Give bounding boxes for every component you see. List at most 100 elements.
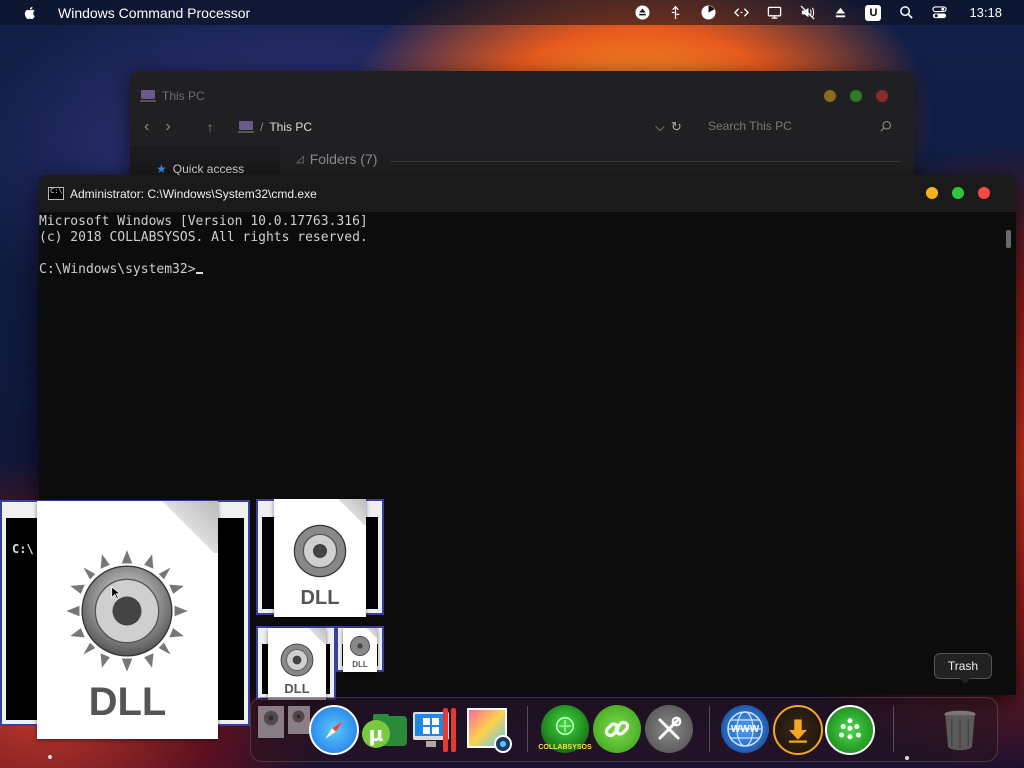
- upload-icon[interactable]: [831, 5, 849, 21]
- dock-item-network[interactable]: [825, 705, 875, 755]
- path-segment[interactable]: This PC: [269, 120, 312, 134]
- gear-icon: [293, 524, 347, 578]
- utorrent-icon: µ: [362, 714, 407, 748]
- address-bar[interactable]: / This PC: [238, 120, 312, 134]
- eject-icon[interactable]: [633, 5, 651, 21]
- running-indicator: [48, 755, 52, 759]
- u-badge-text: U: [865, 4, 882, 21]
- menu-bar: Windows Command Processor U 13:18: [0, 0, 1024, 25]
- svg-text:µ: µ: [369, 722, 384, 746]
- dll-label: DLL: [88, 679, 167, 724]
- back-arrow-icon[interactable]: ‹: [144, 118, 149, 136]
- dll-file-icon[interactable]: DLL: [268, 628, 326, 700]
- dock-item-downloader[interactable]: [773, 705, 823, 755]
- search-placeholder: Search This PC: [708, 119, 792, 133]
- cmd-title: Administrator: C:\Windows\System32\cmd.e…: [70, 186, 317, 201]
- dock-item-photo-viewer[interactable]: [463, 704, 513, 754]
- usb-icon[interactable]: [666, 5, 684, 21]
- dll-file-icon[interactable]: DLL: [343, 628, 377, 672]
- dll-file-icon-large[interactable]: DLL: [37, 501, 218, 739]
- explorer-title-text: This PC: [162, 89, 205, 103]
- up-arrow-icon[interactable]: ↑: [207, 119, 214, 135]
- pc-icon: [238, 121, 254, 133]
- dock-item-windows-parallels[interactable]: [411, 704, 461, 754]
- cmd-titlebar[interactable]: Administrator: C:\Windows\System32\cmd.e…: [39, 175, 1016, 212]
- photo-icon: [467, 708, 512, 753]
- dock: µ COLLABSYSOS WWW: [250, 697, 998, 762]
- code-icon[interactable]: [732, 5, 750, 21]
- sidebar-item-quick-access[interactable]: ★ Quick access: [156, 162, 244, 176]
- www-label: WWW: [730, 723, 760, 735]
- path-separator: /: [260, 120, 264, 134]
- people-network-icon: [838, 718, 862, 740]
- divider: [390, 161, 900, 162]
- pie-chart-icon[interactable]: [699, 5, 717, 21]
- console-line: (c) 2018 COLLABSYSOS. All rights reserve…: [39, 230, 368, 245]
- console-line: Microsoft Windows [Version 10.0.17763.31…: [39, 214, 368, 229]
- dock-item-collabsysos[interactable]: COLLABSYSOS: [538, 705, 592, 753]
- scrollbar-thumb[interactable]: [1006, 230, 1011, 248]
- menu-clock[interactable]: 13:18: [969, 5, 1002, 20]
- search-icon[interactable]: [880, 120, 892, 132]
- tools-icon: [658, 716, 682, 740]
- sidebar-item-label: Quick access: [172, 162, 245, 176]
- windows-monitor-icon: [413, 708, 456, 752]
- display-icon[interactable]: [765, 5, 783, 21]
- apple-menu-icon[interactable]: [22, 5, 38, 21]
- chevron-collapse-icon: ◿: [296, 153, 304, 165]
- dll-label: DLL: [300, 586, 340, 609]
- collabsysos-label: COLLABSYSOS: [538, 744, 592, 751]
- folders-header-text: Folders (7): [309, 151, 378, 167]
- close-button[interactable]: [876, 90, 888, 102]
- star-icon: ★: [156, 162, 167, 176]
- explorer-nav: ‹ › ↑: [144, 118, 214, 136]
- console-prompt-line[interactable]: C:\Windows\system32>: [39, 262, 1016, 278]
- gear-icon: [350, 636, 370, 656]
- dock-item-link[interactable]: [593, 705, 641, 753]
- close-button[interactable]: [978, 187, 990, 199]
- dock-item-trash[interactable]: [935, 704, 985, 754]
- dll-label: DLL: [352, 660, 368, 670]
- dll-label: DLL: [284, 680, 310, 696]
- active-app-title[interactable]: Windows Command Processor: [58, 5, 250, 21]
- dock-item-web-browser[interactable]: WWW: [721, 705, 769, 753]
- address-controls: ⌵ ↻: [655, 119, 682, 135]
- search-icon[interactable]: [897, 5, 915, 21]
- console-line-blank: ​: [39, 246, 1016, 262]
- folders-group-header[interactable]: ◿ Folders (7): [296, 151, 377, 167]
- download-icon: [789, 719, 807, 743]
- dock-item-utorrent[interactable]: µ: [359, 704, 409, 754]
- gear-icon: [280, 643, 314, 677]
- compass-icon: [325, 721, 343, 739]
- console-output[interactable]: Microsoft Windows [Version 10.0.17763.31…: [39, 212, 1016, 278]
- dock-separator: [709, 706, 710, 752]
- search-box[interactable]: Search This PC: [702, 113, 898, 139]
- link-icon: [604, 720, 630, 738]
- logo-icon: [556, 717, 574, 735]
- sound-muted-icon[interactable]: [798, 5, 816, 21]
- dock-item-safari[interactable]: [309, 705, 359, 755]
- dll-file-icon[interactable]: DLL: [274, 499, 366, 617]
- cmd-window-controls: [926, 187, 990, 199]
- running-indicator: [905, 756, 909, 760]
- trash-tooltip: Trash: [934, 653, 992, 684]
- control-center-icon[interactable]: [930, 5, 948, 21]
- minimize-button[interactable]: [824, 90, 836, 102]
- explorer-window-controls: [824, 90, 888, 102]
- status-menus: U 13:18: [633, 4, 1024, 21]
- u-badge-icon[interactable]: U: [864, 4, 882, 21]
- dock-separator: [893, 706, 894, 752]
- gear-icon: [66, 550, 188, 672]
- maximize-button[interactable]: [850, 90, 862, 102]
- chevron-down-icon[interactable]: ⌵: [655, 119, 665, 135]
- minimize-button[interactable]: [926, 187, 938, 199]
- refresh-icon[interactable]: ↻: [671, 119, 682, 135]
- mini-prompt: C:\: [12, 542, 34, 556]
- cmd-icon: [48, 187, 64, 200]
- forward-arrow-icon[interactable]: ›: [165, 118, 170, 136]
- dock-item-system-tools[interactable]: [645, 705, 693, 753]
- maximize-button[interactable]: [952, 187, 964, 199]
- mouse-pointer-icon: [111, 586, 120, 600]
- dock-separator: [527, 706, 528, 752]
- trash-icon: [944, 710, 976, 751]
